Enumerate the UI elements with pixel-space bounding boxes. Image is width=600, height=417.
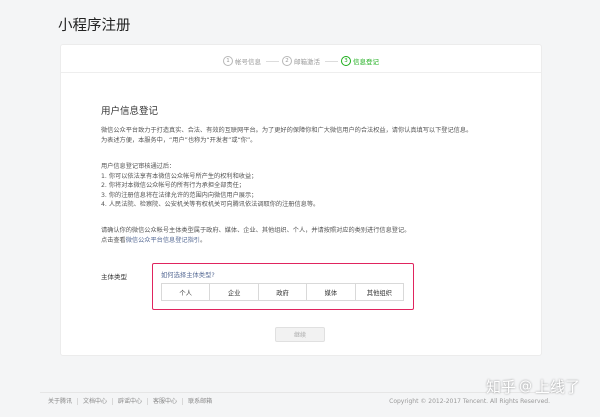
review-heading: 用户信息登记审核通过后： — [101, 163, 176, 170]
section-title: 用户信息登记 — [101, 106, 159, 117]
footer-link-support[interactable]: 客服中心 — [147, 398, 182, 405]
review-paragraph: 用户信息登记审核通过后： 1. 你可以依法享有本微信公众帐号所产生的权利和收益；… — [101, 162, 521, 210]
footer-link-docs[interactable]: 文档中心 — [77, 398, 112, 405]
step-number: 1 — [223, 56, 233, 66]
review-item: 3. 你的注册信息将在法律允许的范围内向微信用户展示； — [101, 191, 258, 199]
step-account-info: 1 帐号信息 — [223, 56, 261, 66]
guide-paragraph: 请确认你的微信公众帐号主体类型属于政府、媒体、企业、其他组织、个人，并请按照对应… — [101, 226, 521, 245]
intro-paragraph: 微信公众平台致力于打造真实、合法、有效的互联网平台。为了更好的保障你和广大微信用… — [101, 126, 521, 145]
footer-divider — [40, 392, 560, 393]
review-item: 2. 你将对本微信公众帐号的所有行为承担全部责任； — [101, 182, 245, 190]
step-label: 邮箱激活 — [294, 58, 320, 66]
step-label: 信息登记 — [353, 58, 379, 66]
subject-type-label: 主体类型 — [101, 273, 127, 281]
step-progress: 1 帐号信息 2 邮箱激活 3 信息登记 — [61, 56, 541, 70]
copyright: Copyright © 2012-2017 Tencent. All Right… — [389, 398, 550, 405]
intro-line: 微信公众平台致力于打造真实、合法、有效的互联网平台。为了更好的保障你和广大微信用… — [101, 127, 473, 134]
step-connector — [325, 61, 338, 62]
guide-line: 点击查看微信公众平台信息登记指引。 — [101, 236, 521, 246]
subject-option-media[interactable]: 媒体 — [307, 284, 356, 300]
step-connector — [266, 61, 279, 62]
zhihu-watermark: 知乎 @ 上线了 — [486, 376, 580, 397]
subject-type-help-link[interactable]: 如何选择主体类型? — [161, 270, 215, 279]
step-info-registration: 3 信息登记 — [341, 56, 379, 66]
subject-option-individual[interactable]: 个人 — [162, 284, 211, 300]
registration-card: 1 帐号信息 2 邮箱激活 3 信息登记 用户信息登记 微信公众平台致力于打造真… — [60, 44, 542, 356]
review-item: 1. 你可以依法享有本微信公众帐号所产生的权利和收益； — [101, 172, 258, 180]
steps-divider — [61, 72, 541, 73]
review-item: 4. 人民法院、检察院、公安机关等有权机关可向腾讯依法调取你的注册信息等。 — [101, 201, 320, 209]
footer-links: 关于腾讯 文档中心 辟谣中心 客服中心 联系邮箱 — [48, 398, 217, 405]
intro-line: 为表述方便，本服务中，“用户”也称为“开发者”或“你”。 — [101, 136, 257, 144]
guide-suffix: 。 — [200, 236, 207, 244]
step-email-activation: 2 邮箱激活 — [282, 56, 320, 66]
guide-line: 请确认你的微信公众帐号主体类型属于政府、媒体、企业、其他组织、个人，并请按照对应… — [101, 227, 411, 234]
subject-type-selector: 个人 企业 政府 媒体 其他组织 — [161, 283, 404, 301]
page-title: 小程序注册 — [58, 18, 131, 34]
guide-prefix: 点击查看 — [101, 236, 126, 244]
subject-option-enterprise[interactable]: 企业 — [210, 284, 259, 300]
step-label: 帐号信息 — [235, 58, 261, 66]
watermark-logo-text: 知乎 — [486, 378, 517, 396]
footer-link-about[interactable]: 关于腾讯 — [48, 398, 77, 405]
watermark-at: @ — [519, 379, 533, 394]
subject-option-government[interactable]: 政府 — [259, 284, 308, 300]
continue-button[interactable]: 继续 — [275, 327, 325, 342]
subject-option-other-organization[interactable]: 其他组织 — [356, 284, 403, 300]
step-number: 3 — [341, 56, 351, 66]
footer-link-contact[interactable]: 联系邮箱 — [182, 398, 217, 405]
step-number: 2 — [282, 56, 292, 66]
footer-link-rumor[interactable]: 辟谣中心 — [112, 398, 147, 405]
guide-link[interactable]: 微信公众平台信息登记指引 — [126, 237, 200, 244]
watermark-author: 上线了 — [535, 378, 581, 396]
